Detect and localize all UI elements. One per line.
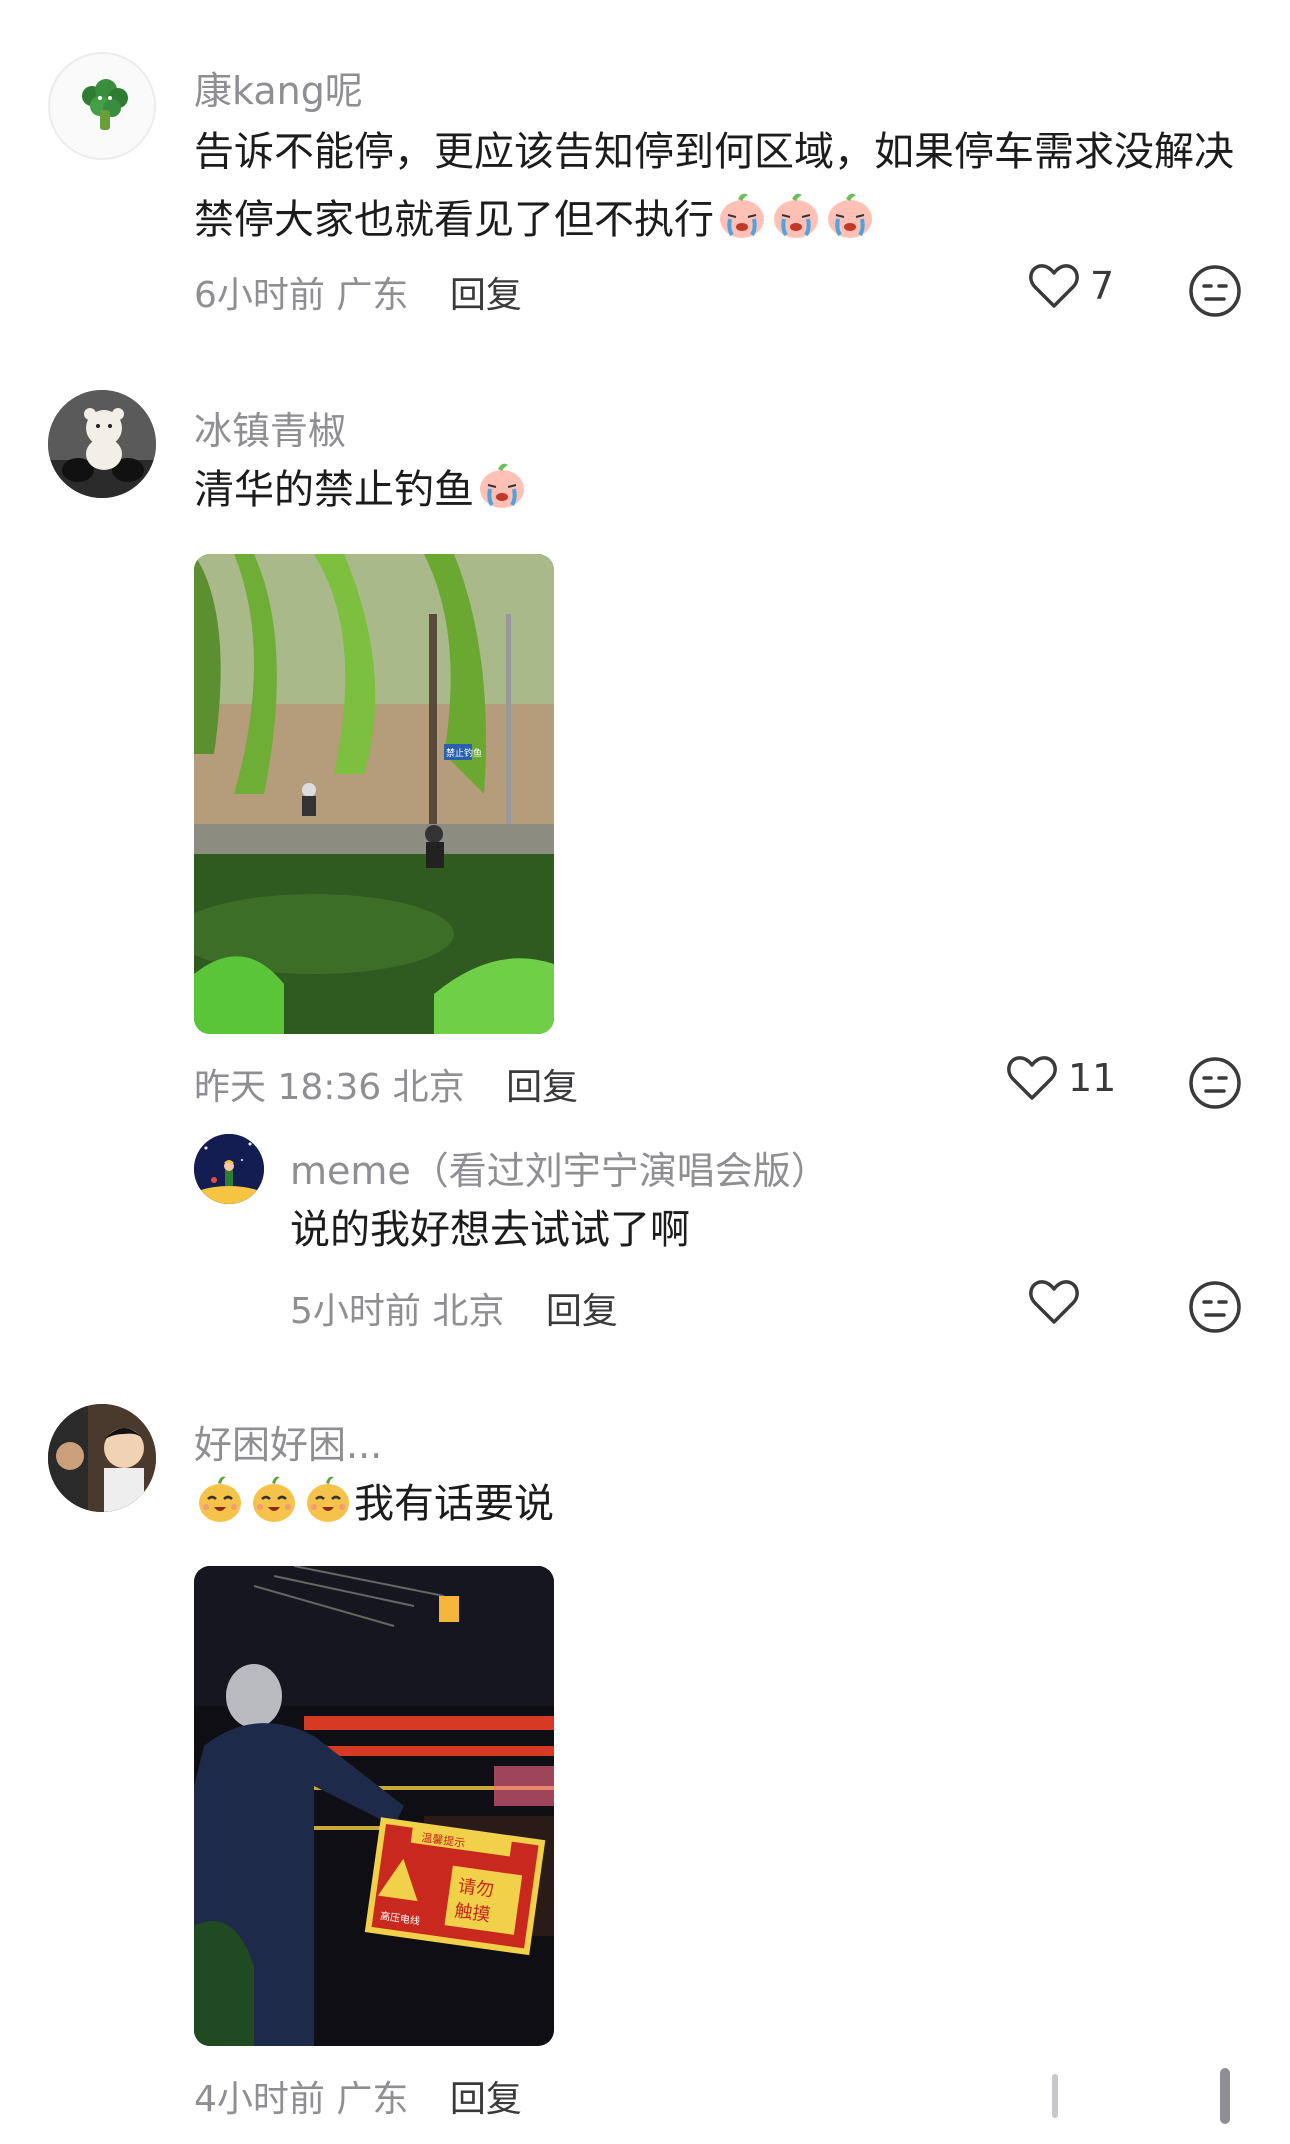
reply-button[interactable]: 回复 — [546, 1291, 618, 1332]
crying-sticker-icon — [716, 189, 768, 241]
reply-username[interactable]: meme（看过刘宇宁演唱会版） — [290, 1140, 829, 1195]
pear-face-sticker-icon — [248, 1473, 300, 1525]
crying-sticker-icon — [770, 189, 822, 241]
broccoli-icon — [50, 54, 154, 158]
emoji-react-button[interactable] — [1188, 264, 1242, 318]
reply-button[interactable]: 回复 — [450, 2079, 522, 2120]
comment-time: 4小时前 — [194, 2079, 325, 2120]
avatar[interactable] — [194, 1134, 264, 1204]
comment-text: 我有话要说 — [194, 1470, 1254, 1538]
avatar[interactable] — [48, 52, 156, 160]
scroll-indicator — [1052, 2074, 1058, 2118]
avatar[interactable] — [48, 1404, 156, 1512]
comment-photo[interactable]: 温馨提示 高压电线 请勿 触摸 — [194, 1566, 554, 2046]
comment-text: 告诉不能停，更应该告知停到何区域，如果停车需求没解决禁停大家也就看见了但不执行 — [194, 118, 1254, 254]
emoji-react-button[interactable] — [1188, 1280, 1242, 1334]
neutral-face-icon — [1189, 1281, 1241, 1333]
like-button[interactable]: 7 — [1028, 262, 1114, 310]
comment-text-body: 清华的禁止钓鱼 — [194, 467, 474, 513]
like-button[interactable] — [1028, 1278, 1080, 1326]
pear-face-sticker-icon — [302, 1473, 354, 1525]
comment-text: 清华的禁止钓鱼 — [194, 456, 1254, 524]
comment-meta: 6小时前 广东 回复 — [194, 266, 522, 318]
comment-location: 北京 — [392, 1067, 465, 1108]
comment-time: 6小时前 — [194, 275, 325, 316]
crying-sticker-icon — [824, 189, 876, 241]
photo-sign-text: 禁止钓鱼 — [446, 747, 482, 759]
person-photo-avatar-icon — [48, 1404, 156, 1512]
comment-username[interactable]: 好困好困... — [194, 1414, 382, 1469]
like-count: 11 — [1068, 1056, 1117, 1100]
scroll-indicator — [1220, 2068, 1230, 2124]
bear-toy-avatar-icon — [48, 390, 156, 498]
pear-face-sticker-icon — [194, 1473, 246, 1525]
comment-location: 广东 — [336, 2079, 409, 2120]
comment-username[interactable]: 康kang呢 — [194, 60, 363, 115]
reply-button[interactable]: 回复 — [450, 275, 522, 316]
little-prince-avatar-icon — [194, 1134, 264, 1204]
reply-text: 说的我好想去试试了啊 — [290, 1207, 690, 1253]
avatar[interactable] — [48, 390, 156, 498]
comment-meta: 4小时前 广东 回复 — [194, 2070, 522, 2122]
like-count: 7 — [1090, 264, 1115, 308]
reply-button[interactable]: 回复 — [506, 1067, 578, 1108]
reply-time: 5小时前 — [290, 1291, 421, 1332]
like-button[interactable]: 11 — [1006, 1054, 1116, 1102]
heart-icon — [1029, 264, 1079, 308]
comment-photo[interactable]: 禁止钓鱼 — [194, 554, 554, 1034]
fishing-pond-photo: 禁止钓鱼 — [194, 554, 554, 1034]
crying-sticker-icon — [476, 459, 528, 511]
neutral-face-icon — [1189, 265, 1241, 317]
comment-text-body: 告诉不能停，更应该告知停到何区域，如果停车需求没解决禁停大家也就看见了但不执行 — [194, 129, 1234, 243]
emoji-react-button[interactable] — [1188, 1056, 1242, 1110]
comment-location: 广东 — [336, 275, 409, 316]
comment-meta: 昨天 18:36 北京 回复 — [194, 1058, 578, 1110]
heart-icon — [1007, 1056, 1057, 1100]
neutral-face-icon — [1189, 1057, 1241, 1109]
fence-night-photo: 温馨提示 高压电线 请勿 触摸 — [194, 1566, 554, 2046]
comment-time: 昨天 18:36 — [194, 1067, 382, 1108]
heart-icon — [1029, 1280, 1079, 1324]
comment-text-body: 我有话要说 — [354, 1481, 554, 1527]
reply-meta: 5小时前 北京 回复 — [290, 1282, 618, 1334]
comment-username[interactable]: 冰镇青椒 — [194, 400, 346, 455]
reply-location: 北京 — [432, 1291, 505, 1332]
